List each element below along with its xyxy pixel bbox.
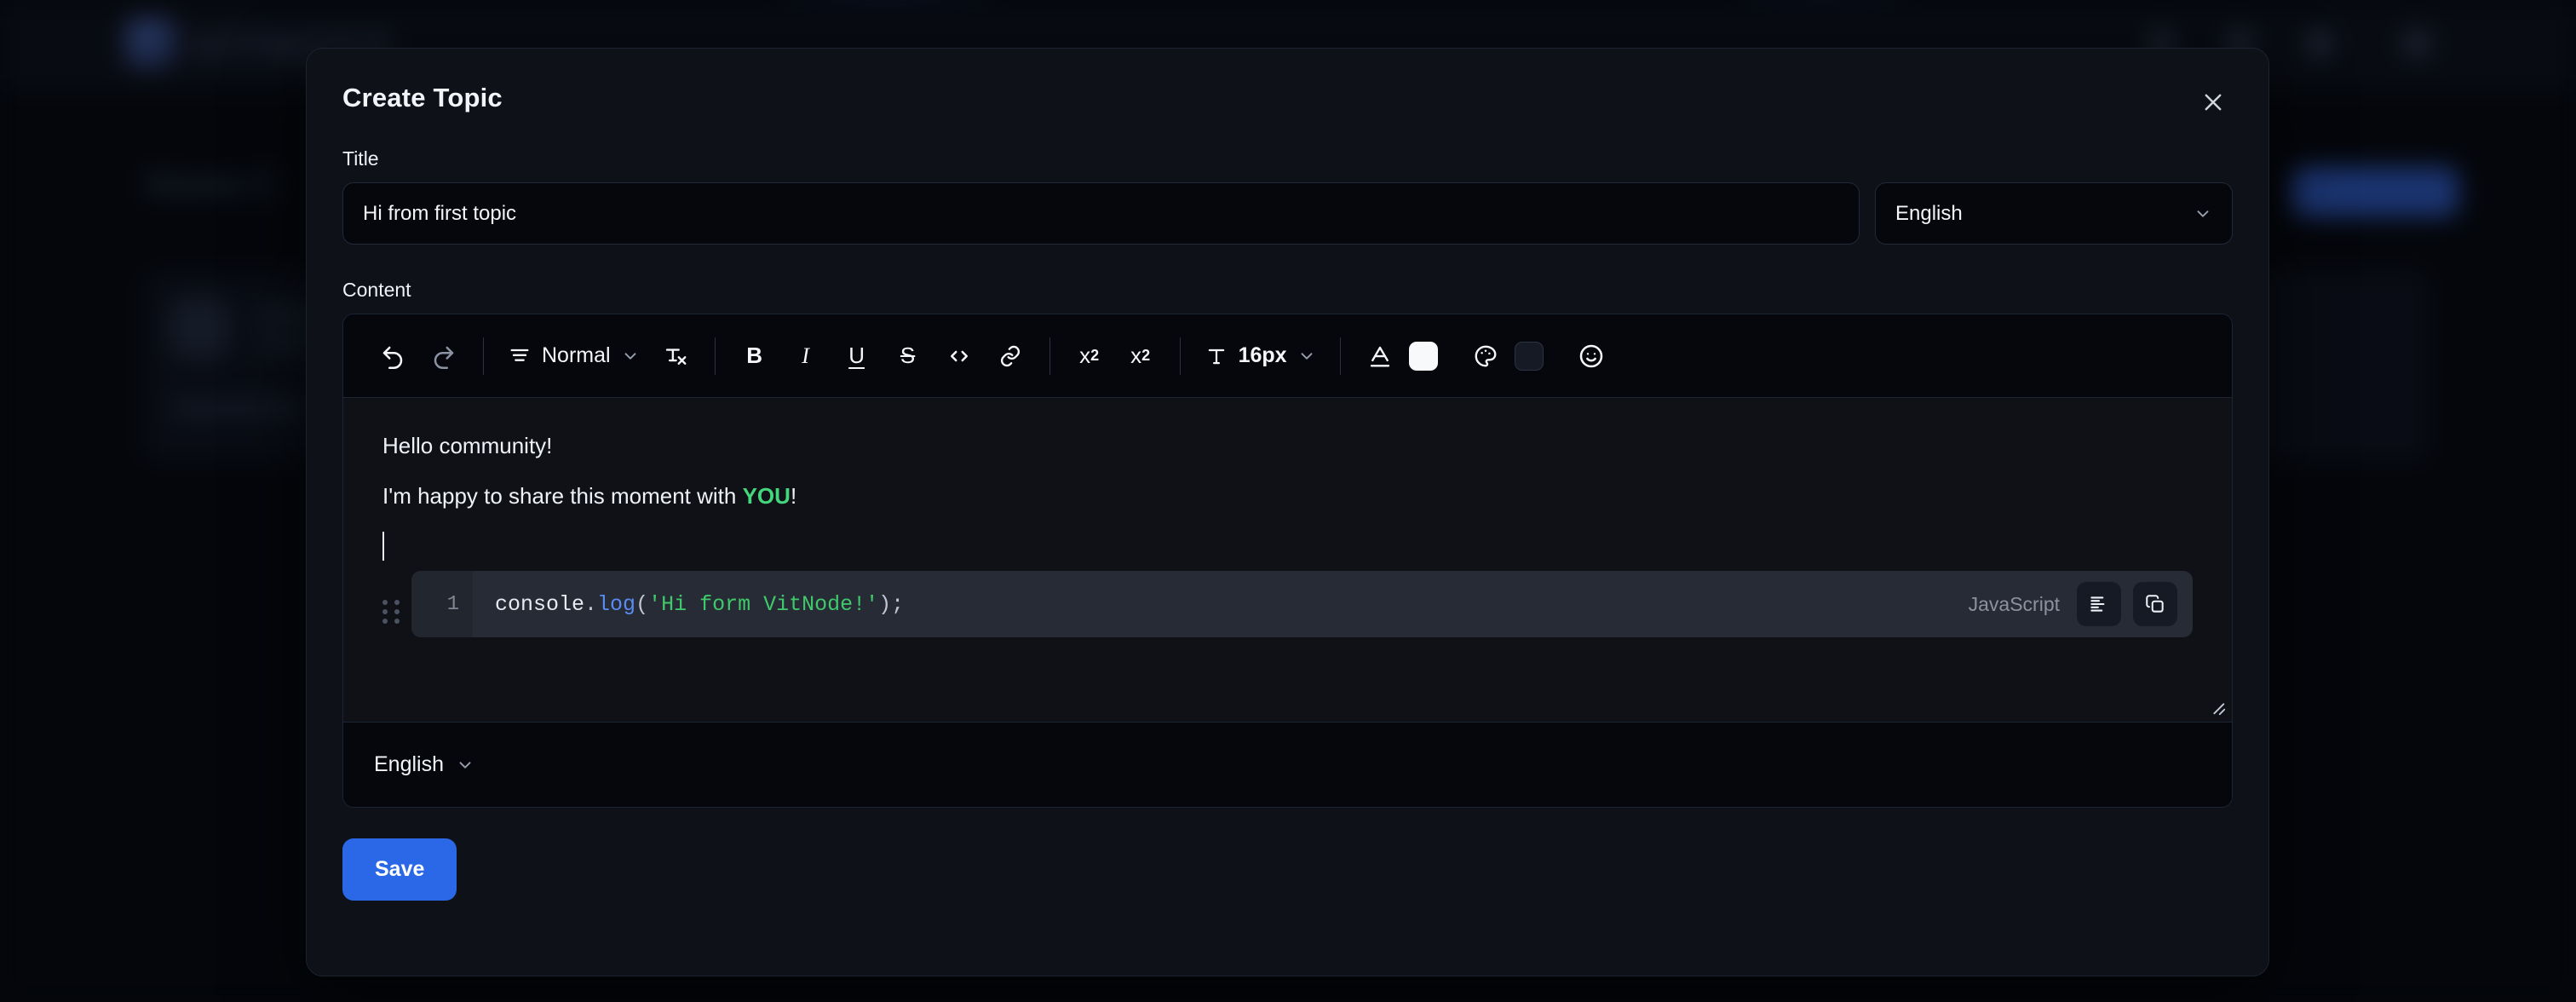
save-button[interactable]: Save [342, 838, 457, 901]
font-size-select[interactable]: 16px [1194, 331, 1326, 382]
toolbar-divider [1049, 337, 1050, 375]
text-color-swatch[interactable] [1408, 341, 1438, 371]
code-block-row: 1 console.log('Hi form VitNode!'); JavaS… [382, 571, 2193, 637]
paragraph-prefix: I'm happy to share this moment with [382, 482, 743, 509]
chevron-down-icon [2197, 210, 2209, 217]
link-icon[interactable] [985, 331, 1036, 382]
rich-text-editor: Normal B I U S x 2 x 2 16px Hello commun… [342, 314, 2233, 808]
text-align-icon [510, 348, 529, 361]
code-block[interactable]: 1 console.log('Hi form VitNode!'); JavaS… [411, 571, 2193, 637]
editor-language-value: English [374, 752, 444, 776]
text-caret [382, 532, 2193, 562]
paragraph-highlight: YOU [742, 482, 791, 509]
emoji-icon[interactable] [1566, 331, 1617, 382]
backdrop-text-line [170, 400, 307, 416]
font-size-icon [1208, 348, 1224, 364]
editor-toolbar: Normal B I U S x 2 x 2 16px [343, 314, 2232, 398]
title-input[interactable] [342, 182, 1860, 245]
code-format-icon[interactable] [2077, 582, 2121, 626]
font-size-label: 16px [1238, 343, 1287, 367]
chevron-down-icon [459, 761, 471, 769]
code-token-string: 'Hi form VitNode!' [648, 591, 879, 617]
code-block-actions: JavaScript [1969, 582, 2193, 626]
underline-icon[interactable]: U [831, 331, 883, 382]
resize-handle-icon[interactable] [2208, 698, 2227, 717]
code-token-open-paren: ( [635, 591, 649, 617]
code-token-object: console [495, 591, 585, 617]
editor-footer: English [343, 722, 2232, 807]
code-content[interactable]: console.log('Hi form VitNode!'); [473, 592, 1969, 617]
backdrop-logo-mark [126, 19, 175, 68]
create-topic-dialog: Create Topic Title English Content [306, 48, 2269, 976]
code-token-dot: . [584, 591, 598, 617]
content-paragraph: I'm happy to share this moment with YOU! [382, 482, 2193, 510]
editor-language-select[interactable]: English [369, 744, 480, 786]
undo-icon[interactable] [367, 331, 418, 382]
paragraph-suffix: ! [790, 482, 797, 509]
backdrop-header-icon [2402, 29, 2431, 58]
palette-icon[interactable] [1460, 331, 1511, 382]
backdrop-primary-button [2291, 167, 2458, 216]
title-row: English [342, 182, 2233, 245]
toolbar-divider [1339, 337, 1341, 375]
content-label: Content [342, 279, 411, 301]
strikethrough-icon[interactable]: S [883, 331, 934, 382]
title-label: Title [342, 147, 379, 170]
highlight-color-swatch[interactable] [1514, 341, 1544, 371]
close-icon[interactable] [2194, 83, 2233, 122]
content-paragraph: Hello community! [382, 433, 553, 458]
backdrop-page-title: Home C [145, 164, 280, 204]
text-color-icon[interactable] [1354, 331, 1406, 382]
chevron-down-icon [624, 352, 636, 360]
editor-content-area[interactable]: Hello community! I'm happy to share this… [343, 398, 2232, 722]
paragraph-format-label: Normal [542, 343, 611, 367]
backdrop-header-icon [2305, 29, 2334, 58]
chevron-down-icon [1301, 352, 1313, 360]
backdrop-avatar [170, 298, 230, 358]
toolbar-divider [714, 337, 716, 375]
paragraph-format-select[interactable]: Normal [497, 331, 650, 382]
copy-icon[interactable] [2133, 582, 2177, 626]
toolbar-divider [483, 337, 484, 375]
code-language-label: JavaScript [1968, 592, 2060, 615]
code-token-method: log [597, 591, 636, 617]
superscript-icon[interactable]: x2 [1064, 331, 1115, 382]
dialog-title: Create Topic [342, 83, 503, 112]
drag-handle-icon[interactable] [382, 600, 401, 624]
toolbar-divider [1179, 337, 1181, 375]
bold-icon[interactable]: B [729, 331, 780, 382]
italic-icon[interactable]: I [780, 331, 831, 382]
language-select-value: English [1895, 201, 1963, 225]
code-icon[interactable] [934, 331, 985, 382]
language-select[interactable]: English [1875, 182, 2233, 245]
clear-formatting-icon[interactable] [650, 331, 701, 382]
code-line-number: 1 [411, 571, 473, 637]
subscript-icon[interactable]: x2 [1115, 331, 1166, 382]
redo-icon[interactable] [418, 331, 469, 382]
code-token-close: ); [878, 591, 905, 617]
